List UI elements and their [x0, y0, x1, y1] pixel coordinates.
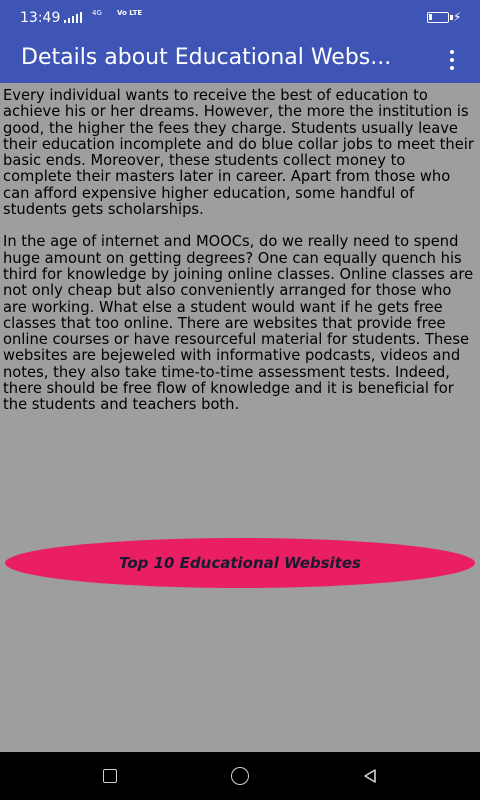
- app-bar: Details about Educational Webs...: [0, 36, 480, 83]
- top-websites-button-label: Top 10 Educational Websites: [119, 554, 361, 572]
- volte-indicator: Vo LTE: [117, 9, 143, 17]
- battery-level: [429, 14, 432, 20]
- article-paragraph: In the age of internet and MOOCs, do we …: [3, 233, 474, 414]
- back-triangle-icon[interactable]: [358, 764, 382, 788]
- top-websites-button[interactable]: Top 10 Educational Websites: [5, 538, 475, 588]
- recents-square-icon[interactable]: [98, 764, 122, 788]
- status-time: 13:49: [20, 10, 61, 26]
- system-navigation-bar: [0, 752, 480, 800]
- network-type: 4G: [92, 9, 102, 17]
- article-content: Every individual wants to receive the be…: [3, 87, 478, 414]
- home-circle-icon[interactable]: [228, 764, 252, 788]
- article-paragraph: Every individual wants to receive the be…: [3, 87, 474, 219]
- overflow-menu-icon[interactable]: [440, 47, 464, 73]
- page-title: Details about Educational Webs...: [21, 45, 392, 70]
- signal-strength-icon: [64, 11, 82, 23]
- charging-bolt-icon: ⚡: [453, 10, 462, 24]
- status-bar: 13:49 4G Vo LTE ⚡: [0, 0, 480, 36]
- battery-icon: [427, 12, 453, 23]
